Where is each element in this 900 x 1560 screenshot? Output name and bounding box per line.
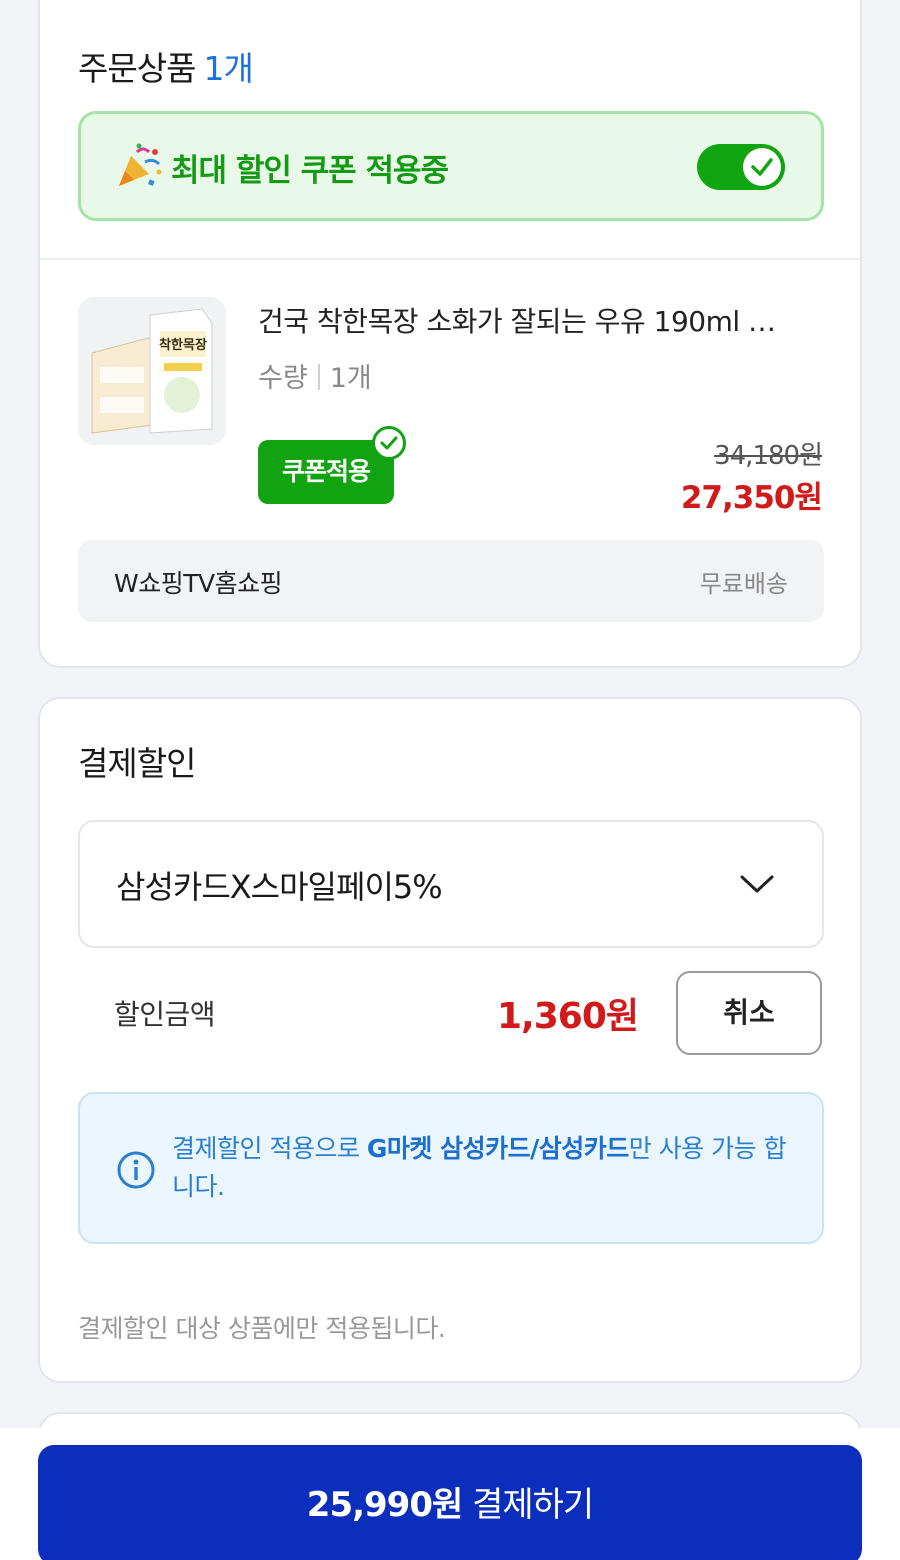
discount-scope-note: 결제할인 대상 상품에만 적용됩니다. — [78, 1314, 446, 1343]
checkout-amount: 25,990원 — [306, 1485, 463, 1525]
qty-separator — [317, 364, 320, 390]
product-thumbnail[interactable]: 착한목장 — [78, 297, 226, 445]
order-count: 1개 — [203, 49, 253, 88]
check-icon — [751, 158, 773, 176]
discount-select[interactable]: 삼성카드X스마일페이5% — [78, 820, 824, 948]
card-restriction-notice: 결제할인 적용으로 G마켓 삼성카드/삼성카드만 사용 가능 합니다. — [78, 1092, 824, 1244]
seller-name[interactable]: W쇼핑TV홈쇼핑 — [114, 564, 283, 600]
sale-price: 27,350원 — [680, 480, 823, 516]
discount-amount-value: 1,360원 — [497, 996, 639, 1037]
order-products-card: 주문상품 1개 최대 할인 쿠폰 적용중 착한목장 건국 착한목장 소화가 잘되… — [38, 0, 862, 668]
milk-carton-image: 착한목장 — [91, 308, 213, 434]
original-price: 34,180원 — [714, 441, 823, 471]
payment-discount-title: 결제할인 — [78, 744, 196, 783]
party-popper-icon — [119, 143, 162, 186]
payment-discount-card: 결제할인 삼성카드X스마일페이5% 할인금액 1,360원 취소 결제할인 적용… — [38, 697, 862, 1383]
shipping-info: 무료배송 — [699, 570, 788, 598]
cancel-discount-button[interactable]: 취소 — [676, 971, 822, 1055]
coupon-banner-text: 최대 할인 쿠폰 적용중 — [171, 153, 449, 189]
selected-discount-option: 삼성카드X스마일페이5% — [116, 868, 443, 906]
section-divider — [40, 258, 860, 260]
coupon-toggle[interactable] — [697, 144, 785, 190]
discount-amount-label: 할인금액 — [114, 998, 216, 1031]
notice-text-pre: 결제할인 적용으로 — [172, 1134, 367, 1163]
qty-label: 수량 — [258, 363, 308, 394]
info-icon — [117, 1151, 155, 1189]
checkout-button[interactable]: 25,990원 결제하기 — [38, 1445, 862, 1560]
qty-value: 1개 — [329, 363, 372, 394]
product-quantity: 수량 1개 — [258, 356, 372, 395]
coupon-check-icon — [372, 426, 406, 460]
notice-text-bold: G마켓 삼성카드/삼성카드 — [366, 1134, 629, 1163]
chevron-down-icon — [740, 875, 774, 893]
checkout-label: 결제하기 — [472, 1485, 594, 1525]
order-title-text: 주문상품 — [78, 49, 196, 88]
product-name[interactable]: 건국 착한목장 소화가 잘되는 우유 190ml … — [258, 300, 814, 340]
order-section-title: 주문상품 1개 — [78, 42, 254, 90]
toggle-knob — [743, 148, 781, 186]
seller-info: W쇼핑TV홈쇼핑 무료배송 — [78, 540, 824, 622]
thumb-brand-text: 착한목장 — [159, 337, 207, 353]
max-coupon-banner[interactable]: 최대 할인 쿠폰 적용중 — [78, 111, 824, 221]
checkout-bar: 25,990원 결제하기 — [0, 1428, 900, 1560]
notice-text: 결제할인 적용으로 G마켓 삼성카드/삼성카드만 사용 가능 합니다. — [172, 1130, 792, 1206]
